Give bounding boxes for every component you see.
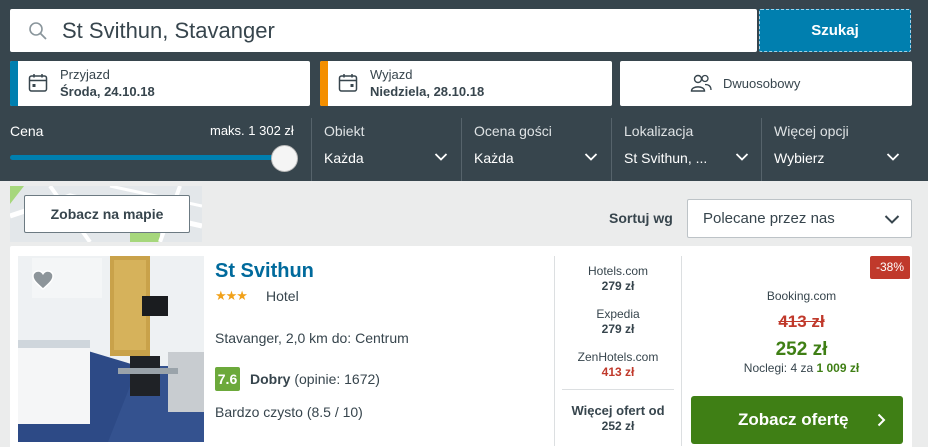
partner-price: 413 zł (601, 365, 635, 379)
search-input[interactable]: St Svithun, Stavanger (10, 9, 757, 52)
price-filter-label: Cena (10, 123, 44, 139)
nights-text: Noclegi: 4 za (743, 361, 814, 375)
rating-score-badge: 7.6 (215, 367, 240, 391)
more-offers-price: 252 zł (601, 419, 635, 433)
room-type-label: Dwuosobowy (723, 76, 801, 91)
rating-word: Dobry (250, 371, 291, 387)
chevron-down-icon (886, 153, 900, 161)
review-count: (opinie: 1672) (294, 371, 380, 387)
filter-property-type[interactable]: Obiekt Każda (311, 118, 461, 181)
filter-more-options[interactable]: Więcej opcji Wybierz (761, 118, 911, 181)
sort-label: Sortuj wg (609, 210, 673, 226)
filter-label: Ocena gości (474, 123, 552, 139)
total-price: 1 009 zł (816, 361, 860, 375)
show-map-button[interactable]: Zobacz na mapie (24, 195, 190, 233)
price-slider-handle[interactable] (271, 145, 298, 172)
chevron-down-icon (434, 153, 448, 161)
discount-badge: -38% (870, 256, 910, 279)
rating-summary[interactable]: Dobry (opinie: 1672) (250, 371, 380, 387)
chevron-down-icon (735, 153, 749, 161)
filter-label: Obiekt (324, 123, 365, 139)
checkin-date-picker[interactable]: Przyjazd Środa, 24.10.18 (10, 61, 310, 106)
search-icon (29, 22, 47, 40)
deal-price: 252 zł (775, 339, 828, 360)
column-divider (681, 256, 682, 446)
checkin-stripe (10, 61, 18, 106)
filter-label: Więcej opcji (774, 123, 849, 139)
sort-selected-value: Polecane przez nas (703, 210, 835, 227)
calendar-icon (28, 74, 48, 92)
filter-value: Każda (324, 150, 364, 166)
partner-name: ZenHotels.com (577, 350, 659, 364)
favorite-heart-icon[interactable] (32, 270, 54, 290)
price-max-value: maks. 1 302 zł (210, 123, 294, 138)
checkin-value: Środa, 24.10.18 (60, 84, 155, 99)
filter-value: Każda (474, 150, 514, 166)
hotel-location[interactable]: Stavanger, 2,0 km do: Centrum (215, 330, 409, 346)
view-deal-button[interactable]: Zobacz ofertę (691, 396, 903, 444)
calendar-icon (338, 74, 358, 92)
checkout-stripe (320, 61, 328, 106)
partner-offer[interactable]: ZenHotels.com 413 zł (555, 350, 681, 379)
room-type-selector[interactable]: Dwuosobowy (620, 61, 912, 106)
partner-name: Hotels.com (587, 264, 649, 278)
partner-name: Expedia (596, 307, 640, 321)
deal-site-name: Booking.com (766, 289, 837, 303)
hotel-name-link[interactable]: St Svithun (215, 260, 314, 283)
checkout-date-picker[interactable]: Wyjazd Niedziela, 28.10.18 (320, 61, 612, 106)
more-offers-divider (562, 389, 674, 390)
filter-value: Wybierz (774, 150, 825, 166)
more-offers-label: Więcej ofert od (571, 403, 665, 418)
chevron-right-icon (877, 413, 886, 427)
hotel-star-rating: ★★★ (215, 288, 248, 303)
checkout-label: Wyjazd (370, 67, 413, 82)
chevron-down-icon (884, 215, 900, 224)
search-button[interactable]: Szukaj (759, 9, 911, 52)
people-icon (690, 74, 712, 92)
hotel-photo[interactable] (18, 256, 204, 442)
cleanliness-rating: Bardzo czysto (8.5 / 10) (215, 404, 363, 420)
partner-offer[interactable]: Hotels.com 279 zł (555, 264, 681, 293)
more-offers-link[interactable]: Więcej ofert od 252 zł (555, 402, 681, 433)
price-slider-track[interactable] (10, 155, 286, 160)
view-deal-label: Zobacz ofertę (738, 410, 849, 429)
nights-total: Noclegi: 4 za 1 009 zł (691, 361, 912, 375)
filter-location[interactable]: Lokalizacja St Svithun, ... (611, 118, 761, 181)
partner-offer[interactable]: Expedia 279 zł (555, 307, 681, 336)
search-header: St Svithun, Stavanger Szukaj Przyjazd Śr… (0, 0, 928, 181)
checkout-value: Niedziela, 28.10.18 (370, 84, 485, 99)
search-query: St Svithun, Stavanger (62, 18, 275, 43)
old-price: 413 zł (778, 312, 825, 331)
checkin-label: Przyjazd (60, 67, 110, 82)
sort-select[interactable]: Polecane przez nas (687, 199, 912, 238)
filter-label: Lokalizacja (624, 123, 694, 139)
filter-bar: Cena maks. 1 302 zł Obiekt Każda Ocena g… (0, 118, 928, 181)
hotel-type: Hotel (266, 288, 299, 304)
hotel-result-card: St Svithun ★★★ Hotel Stavanger, 2,0 km d… (10, 246, 912, 447)
chevron-down-icon (584, 153, 598, 161)
partner-price: 279 zł (601, 279, 635, 293)
filter-guest-rating[interactable]: Ocena gości Każda (461, 118, 611, 181)
partner-price: 279 zł (601, 322, 635, 336)
filter-value: St Svithun, ... (624, 150, 708, 166)
